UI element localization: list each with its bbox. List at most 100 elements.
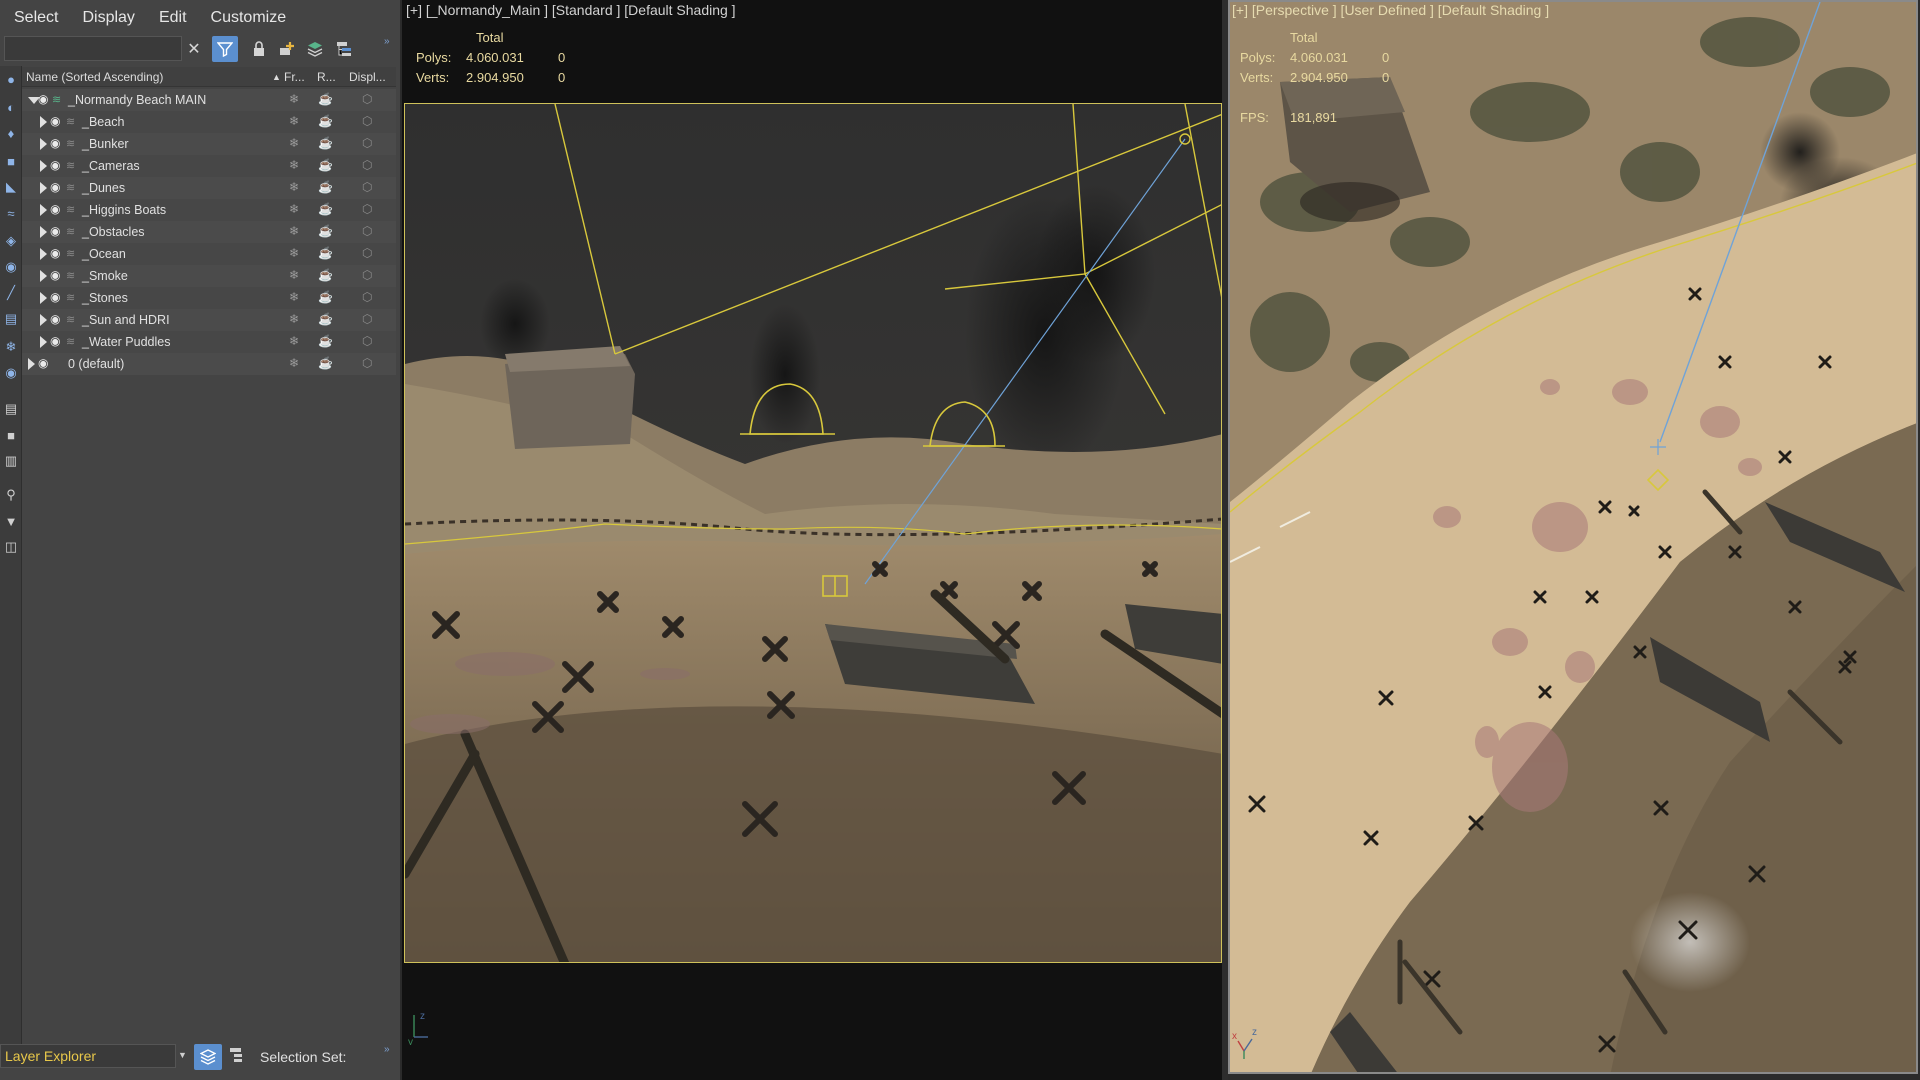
display-mode-icon[interactable]: ⬡: [362, 202, 372, 216]
visibility-eye-icon[interactable]: ◉: [38, 356, 54, 370]
render-toggle-icon[interactable]: ☕: [318, 136, 333, 150]
expand-arrow-icon[interactable]: [40, 226, 47, 238]
layer-row[interactable]: ◉ ≋ _Beach ❄ ☕ ⬡: [22, 111, 396, 133]
layers-stack-button[interactable]: [302, 36, 328, 62]
expand-arrow-icon[interactable]: [40, 248, 47, 260]
render-toggle-icon[interactable]: ☕: [318, 268, 333, 282]
expand-arrow-icon[interactable]: [40, 138, 47, 150]
display-mode-icon[interactable]: ⬡: [362, 158, 372, 172]
visibility-eye-icon[interactable]: ◉: [50, 290, 66, 304]
camera-scene-render[interactable]: [404, 103, 1222, 963]
visibility-eye-icon[interactable]: ◉: [50, 268, 66, 282]
display-mode-icon[interactable]: ⬡: [362, 268, 372, 282]
display-mode-icon[interactable]: ⬡: [362, 92, 372, 106]
render-toggle-icon[interactable]: ☕: [318, 246, 333, 260]
menu-customize[interactable]: Customize: [211, 9, 287, 27]
freeze-toggle-icon[interactable]: ❄: [289, 180, 299, 194]
perspective-viewport[interactable]: [1228, 0, 1918, 1074]
visibility-eye-icon[interactable]: ◉: [50, 334, 66, 348]
groups-filter-icon[interactable]: ◈: [2, 232, 20, 250]
freeze-toggle-icon[interactable]: ❄: [289, 224, 299, 238]
hierarchy-button[interactable]: [331, 36, 357, 62]
expand-arrow-icon[interactable]: [40, 314, 47, 326]
display-all-icon[interactable]: ▤: [2, 400, 20, 418]
freeze-toggle-icon[interactable]: ❄: [289, 334, 299, 348]
expand-arrow-icon[interactable]: [40, 160, 47, 172]
render-toggle-icon[interactable]: ☕: [318, 92, 333, 106]
column-render-header[interactable]: R...: [317, 70, 336, 84]
hidden-filter-icon[interactable]: ◉: [2, 364, 20, 382]
perspective-viewport-label[interactable]: [+] [Perspective ] [User Defined ] [Defa…: [1232, 2, 1549, 18]
lock-button[interactable]: [246, 36, 272, 62]
freeze-toggle-icon[interactable]: ❄: [289, 158, 299, 172]
render-toggle-icon[interactable]: ☕: [318, 356, 333, 370]
layer-row[interactable]: ◉ ≋ _Ocean ❄ ☕ ⬡: [22, 243, 396, 265]
column-name-header[interactable]: Name (Sorted Ascending): [26, 70, 163, 84]
menu-edit[interactable]: Edit: [159, 9, 187, 27]
layer-row[interactable]: ◉ 0 (default) ❄ ☕ ⬡: [22, 353, 396, 375]
filter-settings-icon[interactable]: ⚲: [2, 486, 20, 504]
render-toggle-icon[interactable]: ☕: [318, 202, 333, 216]
layer-row[interactable]: ◉ ≋ _Water Puddles ❄ ☕ ⬡: [22, 331, 396, 353]
visibility-eye-icon[interactable]: ◉: [50, 312, 66, 326]
expand-arrow-icon[interactable]: [40, 182, 47, 194]
column-display-header[interactable]: Displ...: [349, 70, 386, 84]
visibility-eye-icon[interactable]: ◉: [50, 224, 66, 238]
layer-row[interactable]: ◉ ≋ _Obstacles ❄ ☕ ⬡: [22, 221, 396, 243]
layer-row[interactable]: ◉ ≋ _Bunker ❄ ☕ ⬡: [22, 133, 396, 155]
freeze-toggle-icon[interactable]: ❄: [289, 114, 299, 128]
filter-toggle-button[interactable]: [212, 36, 238, 62]
display-mode-icon[interactable]: ⬡: [362, 224, 372, 238]
freeze-toggle-icon[interactable]: ❄: [289, 290, 299, 304]
expand-arrow-icon[interactable]: [28, 358, 35, 370]
render-toggle-icon[interactable]: ☕: [318, 312, 333, 326]
render-toggle-icon[interactable]: ☕: [318, 224, 333, 238]
bones-filter-icon[interactable]: ╱: [2, 284, 20, 302]
visibility-eye-icon[interactable]: ◉: [50, 202, 66, 216]
expand-arrow-icon[interactable]: [40, 336, 47, 348]
render-toggle-icon[interactable]: ☕: [318, 158, 333, 172]
visibility-eye-icon[interactable]: ◉: [50, 136, 66, 150]
selection-set-icon[interactable]: ◫: [2, 538, 20, 556]
render-toggle-icon[interactable]: ☕: [318, 334, 333, 348]
freeze-toggle-icon[interactable]: ❄: [289, 92, 299, 106]
spacewarps-filter-icon[interactable]: ≈: [2, 204, 20, 222]
sort-by-layers-button[interactable]: [194, 1044, 222, 1070]
display-mode-icon[interactable]: ⬡: [362, 312, 372, 326]
display-mode-icon[interactable]: ⬡: [362, 334, 372, 348]
layer-row[interactable]: ◉ ≋ _Stones ❄ ☕ ⬡: [22, 287, 396, 309]
freeze-toggle-icon[interactable]: ❄: [289, 246, 299, 260]
freeze-toggle-icon[interactable]: ❄: [289, 312, 299, 326]
clear-search-button[interactable]: ✕: [181, 36, 207, 62]
viewport-label[interactable]: [+] [_Normandy_Main ] [Standard ] [Defau…: [406, 2, 736, 18]
layer-row[interactable]: ◉ ≋ _Cameras ❄ ☕ ⬡: [22, 155, 396, 177]
freeze-toggle-icon[interactable]: ❄: [289, 202, 299, 216]
geometry-filter-icon[interactable]: ●: [2, 70, 20, 88]
display-none-icon[interactable]: ■: [2, 426, 20, 444]
xrefs-filter-icon[interactable]: ◉: [2, 258, 20, 276]
display-invert-icon[interactable]: ▥: [2, 452, 20, 470]
freeze-toggle-icon[interactable]: ❄: [289, 268, 299, 282]
layer-row[interactable]: ◉ ≋ _Smoke ❄ ☕ ⬡: [22, 265, 396, 287]
visibility-eye-icon[interactable]: ◉: [50, 114, 66, 128]
sort-by-hierarchy-button[interactable]: [228, 1046, 248, 1068]
add-layer-button[interactable]: [274, 36, 300, 62]
expand-arrow-icon[interactable]: [40, 204, 47, 216]
visibility-eye-icon[interactable]: ◉: [50, 158, 66, 172]
expand-arrow-icon[interactable]: [40, 270, 47, 282]
display-mode-icon[interactable]: ⬡: [362, 114, 372, 128]
column-frozen-header[interactable]: Fr...: [284, 70, 305, 84]
expand-arrow-icon[interactable]: [40, 292, 47, 304]
search-input[interactable]: [4, 36, 182, 61]
frozen-filter-icon[interactable]: ❄: [2, 338, 20, 356]
render-toggle-icon[interactable]: ☕: [318, 180, 333, 194]
display-mode-icon[interactable]: ⬡: [362, 356, 372, 370]
explorer-type-dropdown[interactable]: Layer Explorer: [0, 1044, 176, 1068]
cameras-filter-icon[interactable]: ■: [2, 152, 20, 170]
render-toggle-icon[interactable]: ☕: [318, 114, 333, 128]
menu-display[interactable]: Display: [82, 9, 134, 27]
expand-bottom-icon[interactable]: »: [384, 1044, 390, 1055]
visibility-eye-icon[interactable]: ◉: [50, 246, 66, 260]
freeze-toggle-icon[interactable]: ❄: [289, 356, 299, 370]
layer-row[interactable]: ◉ ≋ _Sun and HDRI ❄ ☕ ⬡: [22, 309, 396, 331]
